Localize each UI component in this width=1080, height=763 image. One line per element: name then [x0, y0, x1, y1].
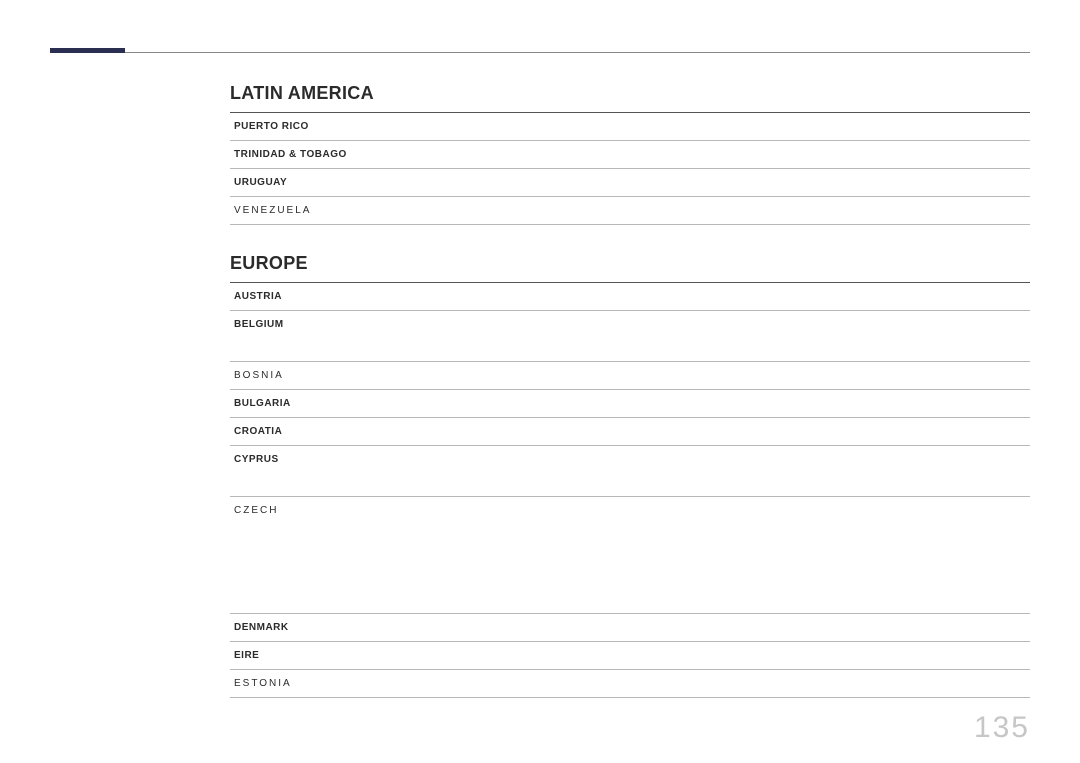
col3-cell: [782, 446, 1030, 497]
col3-cell: [782, 283, 1030, 311]
country-cell: CROATIA: [230, 418, 438, 446]
col3-cell: [782, 362, 1030, 390]
table-row: VENEZUELA: [230, 197, 1030, 225]
section-title-latin-america: LATIN AMERICA: [230, 83, 1030, 104]
page-content: LATIN AMERICA PUERTO RICOTRINIDAD & TOBA…: [50, 83, 1030, 698]
col3-cell: [782, 418, 1030, 446]
col2-cell: [438, 141, 782, 169]
col3-cell: [782, 497, 1030, 614]
table-row: BELGIUM: [230, 311, 1030, 362]
col3-cell: [782, 670, 1030, 698]
col3-cell: [782, 390, 1030, 418]
header-divider-line: [125, 52, 1030, 53]
document-page: LATIN AMERICA PUERTO RICOTRINIDAD & TOBA…: [0, 0, 1080, 763]
table-row: BULGARIA: [230, 390, 1030, 418]
col2-cell: [438, 169, 782, 197]
table-row: EIRE: [230, 642, 1030, 670]
table-row: ESTONIA: [230, 670, 1030, 698]
col2-cell: [438, 362, 782, 390]
page-number: 135: [974, 711, 1030, 745]
col2-cell: [438, 614, 782, 642]
country-cell: CZECH: [230, 497, 438, 614]
col2-cell: [438, 642, 782, 670]
col2-cell: [438, 311, 782, 362]
country-cell: TRINIDAD & TOBAGO: [230, 141, 438, 169]
col3-cell: [782, 141, 1030, 169]
country-cell: AUSTRIA: [230, 283, 438, 311]
country-cell: VENEZUELA: [230, 197, 438, 225]
col3-cell: [782, 169, 1030, 197]
table-row: CYPRUS: [230, 446, 1030, 497]
table-row: BOSNIA: [230, 362, 1030, 390]
col3-cell: [782, 311, 1030, 362]
country-cell: PUERTO RICO: [230, 113, 438, 141]
col3-cell: [782, 197, 1030, 225]
table-row: PUERTO RICO: [230, 113, 1030, 141]
table-row: AUSTRIA: [230, 283, 1030, 311]
header-accent-bar: [50, 48, 125, 53]
table-row: CZECH: [230, 497, 1030, 614]
table-row: TRINIDAD & TOBAGO: [230, 141, 1030, 169]
table-row: URUGUAY: [230, 169, 1030, 197]
col2-cell: [438, 197, 782, 225]
table-row: DENMARK: [230, 614, 1030, 642]
country-cell: CYPRUS: [230, 446, 438, 497]
col2-cell: [438, 390, 782, 418]
col2-cell: [438, 497, 782, 614]
col2-cell: [438, 113, 782, 141]
col2-cell: [438, 670, 782, 698]
country-cell: BELGIUM: [230, 311, 438, 362]
country-cell: DENMARK: [230, 614, 438, 642]
col3-cell: [782, 113, 1030, 141]
country-cell: URUGUAY: [230, 169, 438, 197]
table-latin-america: PUERTO RICOTRINIDAD & TOBAGOURUGUAYVENEZ…: [230, 113, 1030, 225]
section-title-europe: EUROPE: [230, 253, 1030, 274]
col3-cell: [782, 642, 1030, 670]
country-cell: BULGARIA: [230, 390, 438, 418]
table-europe: AUSTRIABELGIUMBOSNIABULGARIACROATIACYPRU…: [230, 283, 1030, 698]
country-cell: ESTONIA: [230, 670, 438, 698]
table-row: CROATIA: [230, 418, 1030, 446]
country-cell: BOSNIA: [230, 362, 438, 390]
country-cell: EIRE: [230, 642, 438, 670]
header-rule: [50, 48, 1030, 53]
col3-cell: [782, 614, 1030, 642]
col2-cell: [438, 283, 782, 311]
col2-cell: [438, 418, 782, 446]
col2-cell: [438, 446, 782, 497]
